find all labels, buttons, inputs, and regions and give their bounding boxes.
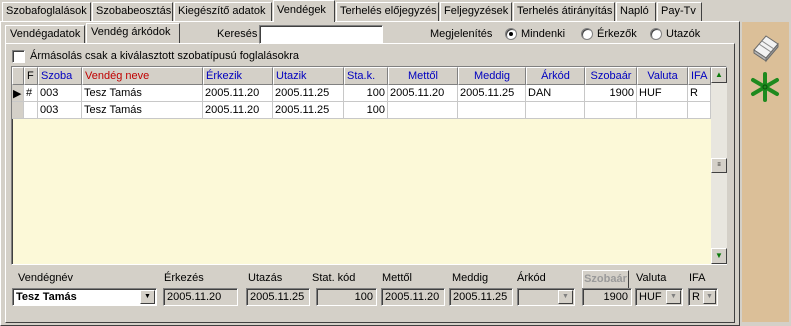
grid-header-mettol[interactable]: Mettől (388, 67, 458, 85)
search-input[interactable] (259, 25, 383, 44)
meddig-label: Meddig (452, 272, 489, 284)
table-cell[interactable] (388, 102, 458, 119)
table-cell[interactable]: 2005.11.25 (458, 85, 526, 102)
table-cell[interactable] (458, 102, 526, 119)
display-option-mindenki[interactable]: Mindenki (521, 28, 565, 40)
utazas-label: Utazás (248, 272, 283, 284)
szobaar-button[interactable]: Szobaár (582, 270, 629, 289)
grid-header-erkezik[interactable]: Érkezik (203, 67, 273, 85)
tab-terheles-elojegyzes[interactable]: Terhelés előjegyzés (336, 2, 439, 21)
scroll-thumb[interactable]: ≡ (711, 158, 727, 173)
grid-header-stak[interactable]: Sta.k. (344, 67, 388, 85)
grid-header-arkod[interactable]: Árkód (526, 67, 585, 85)
arkod-label: Árkód (517, 272, 546, 284)
mettol-field[interactable]: 2005.11.20 (381, 288, 445, 306)
szobaar-field[interactable]: 1900 (582, 288, 632, 306)
display-radio-utazok[interactable] (650, 28, 662, 40)
tab-terheles-atiranyitas[interactable]: Terhelés átirányítás (513, 2, 615, 21)
chevron-down-icon[interactable]: ▼ (558, 290, 573, 304)
mettol-label: Mettől (382, 272, 412, 284)
main-tab-strip: Szobafoglalások Szobabeosztás Kiegészítő… (0, 0, 740, 22)
table-cell[interactable]: 2005.11.20 (203, 102, 273, 119)
grid-header-szoba[interactable]: Szoba (38, 67, 82, 85)
table-cell[interactable]: 003 (38, 102, 82, 119)
arkod-select[interactable]: ▼ (517, 288, 575, 306)
table-cell[interactable]: Tesz Tamás (82, 85, 203, 102)
table-cell[interactable]: 003 (38, 85, 82, 102)
ifa-select[interactable]: R ▼ (688, 288, 718, 306)
table-cell[interactable] (24, 102, 38, 119)
ifa-label: IFA (689, 272, 706, 284)
tab-pay-tv[interactable]: Pay-Tv (657, 2, 702, 21)
tab-szobafoglalasok[interactable]: Szobafoglalások (2, 2, 91, 21)
row-indicator[interactable]: ▶ (12, 85, 24, 102)
table-cell[interactable]: R (688, 85, 711, 102)
display-label: Megjelenítés (430, 28, 493, 40)
eraser-icon[interactable] (748, 30, 782, 64)
tab-vendegek[interactable]: Vendégek (273, 0, 335, 22)
vendegnev-label: Vendégnév (18, 272, 74, 284)
ifa-value: R (692, 291, 700, 303)
grid-header-meddig[interactable]: Meddig (458, 67, 526, 85)
grid-header-szobaar[interactable]: Szobaár (585, 67, 637, 85)
search-label: Keresés (217, 28, 258, 40)
display-option-erkezok[interactable]: Érkezők (597, 28, 637, 40)
tab-szobabeosztas[interactable]: Szobabeosztás (92, 2, 173, 21)
table-cell[interactable]: 100 (344, 102, 388, 119)
table-cell[interactable] (585, 102, 637, 119)
copy-price-checkbox[interactable] (12, 50, 25, 63)
erkezes-label: Érkezés (164, 272, 204, 284)
grid-header-f[interactable]: F (24, 67, 38, 85)
table-cell[interactable]: # (24, 85, 38, 102)
grid-header-ifa[interactable]: IFA (688, 67, 711, 85)
row-indicator[interactable] (12, 102, 24, 119)
table-cell[interactable]: 2005.11.20 (388, 85, 458, 102)
display-radio-erkezok[interactable] (581, 28, 593, 40)
scroll-up-icon[interactable]: ▲ (711, 67, 727, 83)
valuta-label: Valuta (636, 272, 667, 284)
chevron-down-icon[interactable]: ▼ (140, 290, 155, 304)
statkod-field[interactable]: 100 (316, 288, 377, 306)
table-cell[interactable]: 1900 (585, 85, 637, 102)
display-radio-mindenki[interactable] (505, 28, 517, 40)
chevron-down-icon[interactable]: ▼ (703, 290, 716, 304)
table-cell[interactable] (637, 102, 688, 119)
asterisk-icon[interactable] (748, 70, 782, 104)
grid-header-valuta[interactable]: Valuta (637, 67, 688, 85)
guest-name-select[interactable]: Tesz Tamás ▼ (12, 288, 157, 306)
guest-name-value: Tesz Tamás (16, 291, 77, 303)
meddig-field[interactable]: 2005.11.25 (449, 288, 513, 306)
valuta-value: HUF (639, 291, 662, 303)
table-cell[interactable]: 2005.11.20 (203, 85, 273, 102)
grid-header-vendeg-neve[interactable]: Vendég neve (82, 67, 203, 85)
valuta-select[interactable]: HUF ▼ (635, 288, 683, 306)
chevron-down-icon[interactable]: ▼ (666, 290, 681, 304)
grid-header-indicator (12, 67, 24, 85)
table-cell[interactable] (526, 102, 585, 119)
table-cell[interactable]: 2005.11.25 (273, 102, 344, 119)
tab-vendeg-arkodok[interactable]: Vendég árkódok (86, 23, 180, 44)
table-cell[interactable]: Tesz Tamás (82, 102, 203, 119)
grid-vertical-scrollbar[interactable]: ▲ ≡ ▼ (711, 67, 727, 264)
table-cell[interactable]: 100 (344, 85, 388, 102)
tab-vendegadatok[interactable]: Vendégadatok (5, 25, 85, 43)
statkod-label: Stat. kód (312, 272, 356, 284)
scroll-down-icon[interactable]: ▼ (711, 248, 727, 264)
display-option-utazok[interactable]: Utazók (666, 28, 700, 40)
table-cell[interactable]: HUF (637, 85, 688, 102)
copy-price-checkbox-label[interactable]: Ármásolás csak a kiválasztott szobatípus… (30, 50, 299, 62)
erkezes-field[interactable]: 2005.11.20 (163, 288, 238, 306)
table-cell[interactable] (688, 102, 711, 119)
tab-kiegeszito-adatok[interactable]: Kiegészítő adatok (174, 2, 272, 21)
tab-naplo[interactable]: Napló (616, 2, 656, 21)
right-toolbar (742, 22, 789, 322)
table-cell[interactable]: DAN (526, 85, 585, 102)
table-cell[interactable]: 2005.11.25 (273, 85, 344, 102)
tab-feljegyzesek[interactable]: Feljegyzések (440, 2, 512, 21)
utazas-field[interactable]: 2005.11.25 (246, 288, 310, 306)
grid-header-utazik[interactable]: Utazik (273, 67, 344, 85)
